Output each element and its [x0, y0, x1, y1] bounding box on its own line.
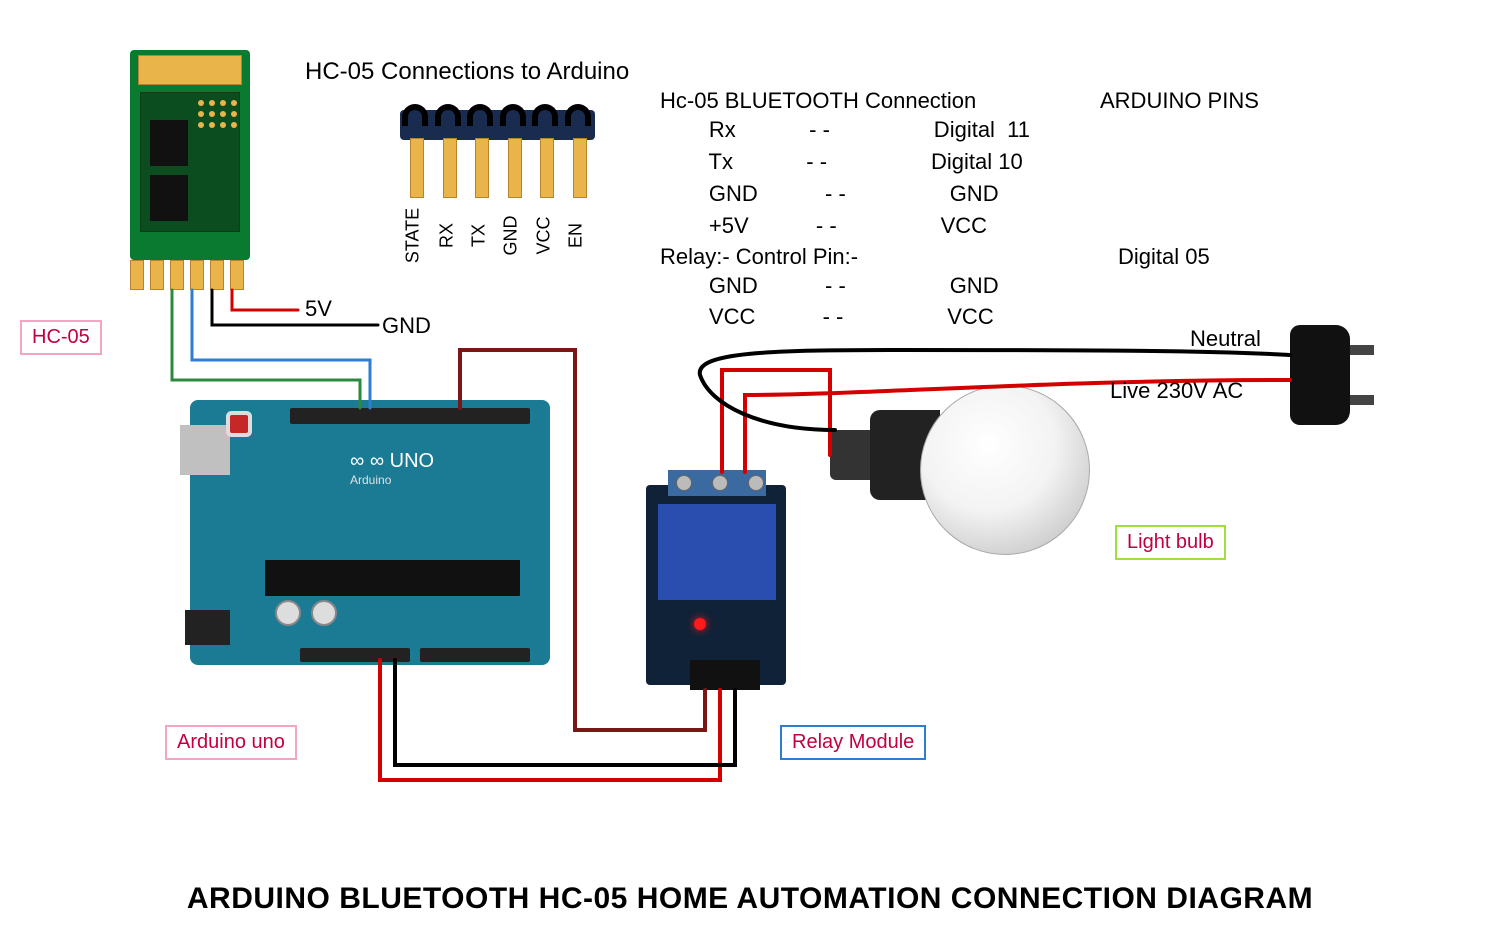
hc05-chip	[150, 120, 188, 166]
relay-subheader: Relay:- Control Pin:-	[660, 244, 1118, 270]
pin-label-en: EN	[566, 206, 587, 266]
arduino-power-header	[300, 648, 410, 662]
hc05-label: HC-05	[20, 320, 102, 355]
table-row: +5V - - VCC	[660, 210, 1259, 242]
hc05-heading: HC-05 Connections to Arduino	[305, 58, 629, 86]
wire-label-gnd: GND	[382, 313, 431, 339]
wire-label-live: Live 230V AC	[1110, 378, 1243, 404]
hc05-chip	[150, 175, 188, 221]
arduino-atmega-chip	[265, 560, 520, 596]
relay-terminal-screws	[676, 475, 764, 491]
arduino-reset-button	[230, 415, 248, 433]
diagram-title: ARDUINO BLUETOOTH HC-05 HOME AUTOMATION …	[0, 882, 1500, 916]
table-row: GND - - GND	[660, 270, 1259, 302]
arduino-uno-board	[190, 400, 550, 665]
table-col2-header: ARDUINO PINS	[1100, 88, 1259, 114]
arduino-logo-line1: ∞ ∞ UNO	[350, 450, 434, 473]
hc05-pinout-loops	[402, 104, 597, 126]
bulb-label: Light bulb	[1115, 525, 1226, 560]
table-row: Tx - - Digital 10	[660, 146, 1259, 178]
bulb-socket-neck	[830, 430, 875, 480]
hc05-vias	[198, 100, 239, 130]
hc05-pinout-pins	[404, 138, 599, 198]
table-row: VCC - - VCC	[660, 301, 1259, 333]
ac-plug-icon	[1290, 325, 1350, 425]
arduino-analog-header	[420, 648, 530, 662]
arduino-logo-line2: Arduino	[350, 473, 434, 487]
table-row: GND - - GND	[660, 178, 1259, 210]
relay-cube	[658, 504, 776, 600]
pin-label-state: STATE	[403, 206, 424, 266]
hc05-antenna	[138, 55, 242, 85]
relay-row0-right: Digital 05	[1118, 244, 1210, 270]
relay-input-pins	[690, 660, 760, 690]
relay-status-led	[694, 618, 706, 630]
light-bulb-icon	[920, 385, 1090, 555]
wire-label-5v: 5V	[305, 296, 332, 322]
arduino-capacitors	[275, 600, 337, 626]
arduino-label: Arduino uno	[165, 725, 297, 760]
pin-label-rx: RX	[437, 206, 458, 266]
table-col1-header: Hc-05 BLUETOOTH Connection	[660, 88, 1100, 114]
pin-label-vcc: VCC	[534, 206, 555, 266]
table-row: Rx - - Digital 11	[660, 114, 1259, 146]
pin-label-gnd: GND	[501, 206, 522, 266]
arduino-digital-header	[290, 408, 530, 424]
hc05-pin-header	[130, 260, 250, 290]
arduino-usb-port	[180, 425, 230, 475]
arduino-logo: ∞ ∞ UNO Arduino	[350, 450, 434, 487]
plug-prong	[1350, 395, 1374, 405]
plug-prong	[1350, 345, 1374, 355]
arduino-power-jack	[185, 610, 230, 645]
connection-table: Hc-05 BLUETOOTH Connection ARDUINO PINS …	[660, 88, 1259, 333]
pin-label-tx: TX	[469, 206, 490, 266]
relay-label: Relay Module	[780, 725, 926, 760]
